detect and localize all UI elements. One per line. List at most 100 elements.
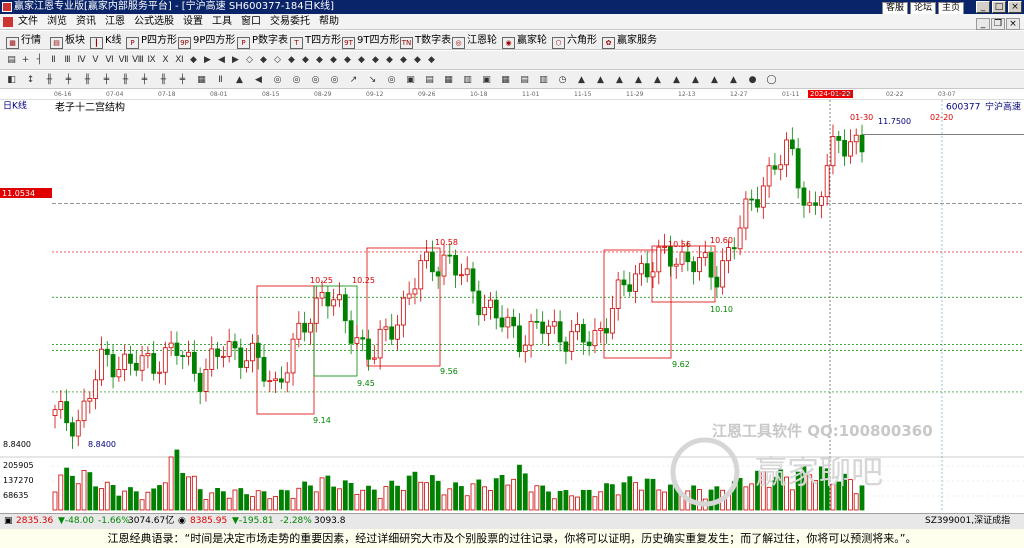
child-minimize-icon[interactable]: _ <box>976 18 990 30</box>
tool-icon[interactable]: Ⅺ <box>174 54 185 66</box>
tool-icon[interactable]: ◇ <box>272 54 283 66</box>
tool-icon[interactable]: ◆ <box>342 54 353 66</box>
tool-icon[interactable]: ◆ <box>258 54 269 66</box>
tool-icon[interactable]: ◆ <box>314 54 325 66</box>
tool-icon[interactable]: ◆ <box>286 54 297 66</box>
view-tool-icon[interactable]: ↗ <box>348 74 359 86</box>
view-tool-icon[interactable]: ╫ <box>44 74 55 86</box>
view-tool-icon[interactable]: ◎ <box>291 74 302 86</box>
menu-tools[interactable]: 工具 <box>212 16 232 27</box>
view-tool-icon[interactable]: ▲ <box>234 74 245 86</box>
view-tool-icon[interactable]: ◷ <box>557 74 568 86</box>
view-tool-icon[interactable]: ╫ <box>82 74 93 86</box>
view-tool-icon[interactable]: Ⅱ <box>215 74 226 86</box>
tool-icon[interactable]: ◆ <box>412 54 423 66</box>
tool-icon[interactable]: ◆ <box>426 54 437 66</box>
tool-icon[interactable]: + <box>20 54 31 66</box>
tool-icon[interactable]: ◆ <box>398 54 409 66</box>
menu-news[interactable]: 资讯 <box>76 16 96 27</box>
view-tool-icon[interactable]: ╪ <box>101 74 112 86</box>
menu-window[interactable]: 窗口 <box>241 16 261 27</box>
view-tool-icon[interactable]: ● <box>747 74 758 86</box>
tool-t-table[interactable]: TN T数字表 <box>400 33 451 49</box>
view-tool-icon[interactable]: ▤ <box>424 74 435 86</box>
tool-service[interactable]: ✿ 赢家服务 <box>602 33 657 49</box>
tool-9p-square[interactable]: 9P 9P四方形 <box>178 33 235 49</box>
view-tool-icon[interactable]: ▲ <box>728 74 739 86</box>
view-tool-icon[interactable]: ▲ <box>595 74 606 86</box>
tool-p-square[interactable]: P P四方形 <box>126 33 177 49</box>
child-close-icon[interactable]: × <box>1006 18 1020 30</box>
menu-settings[interactable]: 设置 <box>183 16 203 27</box>
tool-icon[interactable]: ┤ <box>34 54 45 66</box>
tool-icon[interactable]: Ⅵ <box>104 54 115 66</box>
tool-icon[interactable]: Ⅴ <box>90 54 101 66</box>
tool-icon[interactable]: ▤ <box>6 54 17 66</box>
view-tool-icon[interactable]: ╪ <box>177 74 188 86</box>
tool-quotes[interactable]: ▦ 行情 <box>6 33 41 49</box>
tool-icon[interactable]: Ⅲ <box>62 54 73 66</box>
menu-gann[interactable]: 江恩 <box>105 16 125 27</box>
view-tool-icon[interactable]: ▣ <box>405 74 416 86</box>
tool-kline[interactable]: ┃ K线 <box>90 33 122 49</box>
tool-icon[interactable]: ◆ <box>328 54 339 66</box>
minimize-icon[interactable]: _ <box>976 1 990 13</box>
view-tool-icon[interactable]: ▲ <box>633 74 644 86</box>
tool-icon[interactable]: ◆ <box>188 54 199 66</box>
child-restore-icon[interactable]: ❐ <box>991 18 1005 30</box>
view-tool-icon[interactable]: ╪ <box>63 74 74 86</box>
menu-help[interactable]: 帮助 <box>319 16 339 27</box>
tool-icon[interactable]: Ⅸ <box>146 54 157 66</box>
view-tool-icon[interactable]: ◎ <box>272 74 283 86</box>
tool-hexagon[interactable]: ⬡ 六角形 <box>552 33 597 49</box>
tool-icon[interactable]: Ⅱ <box>48 54 59 66</box>
kline-chart[interactable]: 日K线 老子十二宫结构 600377 宁沪高速 11.0534 8.8400 8… <box>0 100 1024 512</box>
tool-p-table[interactable]: P P数字表 <box>237 33 288 49</box>
tool-icon[interactable]: ◀ <box>216 54 227 66</box>
tool-icon[interactable]: Ⅹ <box>160 54 171 66</box>
view-tool-icon[interactable]: ▥ <box>538 74 549 86</box>
menu-formula[interactable]: 公式选股 <box>134 16 174 27</box>
menu-file[interactable]: 文件 <box>18 16 38 27</box>
tool-icon[interactable]: Ⅶ <box>118 54 129 66</box>
view-tool-icon[interactable]: ▦ <box>500 74 511 86</box>
maximize-icon[interactable]: □ <box>992 1 1006 13</box>
view-tool-icon[interactable]: ↘ <box>367 74 378 86</box>
tool-icon[interactable]: ▶ <box>202 54 213 66</box>
view-tool-icon[interactable]: ◧ <box>6 74 17 86</box>
view-tool-icon[interactable]: ▲ <box>614 74 625 86</box>
menu-browse[interactable]: 浏览 <box>47 16 67 27</box>
view-tool-icon[interactable]: ▦ <box>196 74 207 86</box>
tool-icon[interactable]: ◆ <box>300 54 311 66</box>
view-tool-icon[interactable]: ▲ <box>709 74 720 86</box>
close-icon[interactable]: × <box>1008 1 1022 13</box>
view-tool-icon[interactable]: ▲ <box>576 74 587 86</box>
tool-icon[interactable]: Ⅳ <box>76 54 87 66</box>
view-tool-icon[interactable]: ◀ <box>253 74 264 86</box>
menu-trade[interactable]: 交易委托 <box>270 16 310 27</box>
tool-icon[interactable]: ▶ <box>230 54 241 66</box>
tool-t-square[interactable]: T T四方形 <box>290 33 341 49</box>
view-tool-icon[interactable]: ╪ <box>139 74 150 86</box>
view-tool-icon[interactable]: ╫ <box>120 74 131 86</box>
tool-9t-square[interactable]: 9T 9T四方形 <box>342 33 399 49</box>
tool-winner-wheel[interactable]: ◉ 赢家轮 <box>502 33 547 49</box>
view-tool-icon[interactable]: ◎ <box>310 74 321 86</box>
tool-icon[interactable]: ◆ <box>384 54 395 66</box>
view-tool-icon[interactable]: ▲ <box>652 74 663 86</box>
view-tool-icon[interactable]: ▣ <box>481 74 492 86</box>
view-tool-icon[interactable]: ↕ <box>25 74 36 86</box>
view-tool-icon[interactable]: ╫ <box>158 74 169 86</box>
tool-icon[interactable]: ◇ <box>244 54 255 66</box>
view-tool-icon[interactable]: ◎ <box>386 74 397 86</box>
view-tool-icon[interactable]: ◎ <box>329 74 340 86</box>
tool-icon[interactable]: ◆ <box>370 54 381 66</box>
tool-icon[interactable]: Ⅷ <box>132 54 144 66</box>
view-tool-icon[interactable]: ▤ <box>519 74 530 86</box>
view-tool-icon[interactable]: ▲ <box>671 74 682 86</box>
view-tool-icon[interactable]: ◯ <box>766 74 777 86</box>
view-tool-icon[interactable]: ▦ <box>443 74 454 86</box>
view-tool-icon[interactable]: ▥ <box>462 74 473 86</box>
tool-icon[interactable]: ◆ <box>356 54 367 66</box>
tool-sectors[interactable]: ▤ 板块 <box>50 33 85 49</box>
